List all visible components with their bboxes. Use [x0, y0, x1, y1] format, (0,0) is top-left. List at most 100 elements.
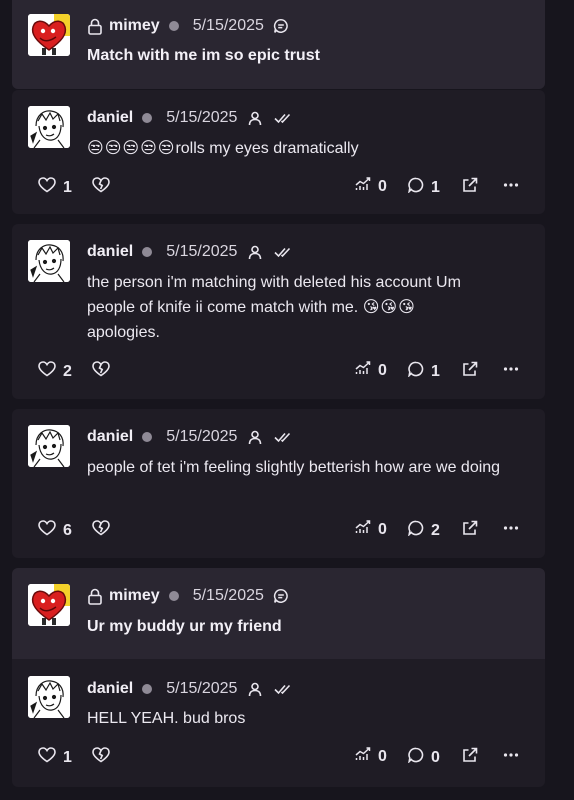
author-name[interactable]: mimey: [109, 587, 160, 605]
post-header: daniel 5/15/2025: [87, 426, 291, 448]
kissing-emoji: 😘: [398, 299, 415, 316]
post-text: people of tet i'm feeling slightly bette…: [87, 459, 501, 476]
double-check-icon: [274, 431, 291, 443]
post-text-body: rolls my eyes dramatically: [175, 140, 359, 157]
author-name[interactable]: daniel: [87, 243, 133, 261]
like-button[interactable]: 1: [38, 177, 72, 198]
quoted-post-mimey-1[interactable]: mimey 5/15/2025 Match with me im so epic…: [12, 0, 545, 89]
post-header: mimey 5/15/2025: [87, 585, 289, 607]
broken-heart-icon: [92, 520, 110, 541]
reply-count: 1: [431, 362, 440, 380]
unamused-emoji: 😒: [122, 140, 140, 157]
more-icon: [503, 520, 519, 541]
post-daniel-3[interactable]: daniel 5/15/2025 people of tet i'm feeli…: [12, 409, 545, 558]
avatar-mimey[interactable]: [28, 14, 70, 56]
reply-button[interactable]: 2: [407, 520, 440, 541]
share-button[interactable]: [462, 177, 478, 198]
lock-icon: [87, 18, 103, 35]
views-chart-icon: [355, 361, 371, 380]
scrollbar-track[interactable]: [566, 0, 574, 800]
views-chart-icon: [355, 520, 371, 539]
post-date: 5/15/2025: [192, 587, 264, 604]
reply-button[interactable]: 0: [407, 747, 440, 768]
post-text-body: people of knife ii come match with me.: [87, 299, 359, 316]
like-count: 1: [63, 748, 72, 766]
reply-count: 0: [431, 748, 440, 766]
post-actions: 2 0 1: [12, 359, 545, 381]
share-button[interactable]: [462, 747, 478, 768]
status-dot: [142, 113, 153, 123]
more-options-button[interactable]: [503, 177, 519, 198]
views-stat[interactable]: 0: [355, 520, 387, 539]
author-name[interactable]: daniel: [87, 680, 133, 698]
more-options-button[interactable]: [503, 747, 519, 768]
like-button[interactable]: 2: [38, 361, 72, 382]
author-name[interactable]: daniel: [87, 428, 133, 446]
broken-heart-icon: [92, 177, 110, 198]
views-stat[interactable]: 0: [355, 177, 387, 196]
double-check-icon: [274, 246, 291, 258]
person-icon: [248, 682, 262, 697]
dislike-button[interactable]: [92, 747, 110, 768]
comment-icon: [407, 177, 424, 198]
post-date: 5/15/2025: [166, 428, 238, 445]
unamused-emoji: 😒: [140, 140, 157, 157]
post-daniel-2[interactable]: daniel 5/15/2025 the person i'm matching…: [12, 224, 545, 399]
post-actions: 1 0 0: [12, 745, 545, 767]
more-icon: [503, 361, 519, 382]
post-date: 5/15/2025: [166, 243, 238, 260]
double-check-icon: [274, 683, 291, 695]
post-text-line: apologies.: [87, 324, 160, 341]
share-icon: [462, 520, 478, 541]
broken-heart-icon: [92, 747, 110, 768]
unamused-emoji: 😒: [87, 140, 104, 157]
dislike-button[interactable]: [92, 361, 110, 382]
avatar-daniel[interactable]: [28, 676, 70, 718]
unamused-emoji: 😒: [157, 140, 175, 157]
heart-icon: [38, 361, 56, 382]
views-count: 0: [378, 361, 387, 379]
dislike-button[interactable]: [92, 177, 110, 198]
dislike-button[interactable]: [92, 520, 110, 541]
views-count: 0: [378, 747, 387, 765]
status-dot: [142, 247, 153, 257]
avatar-daniel[interactable]: [28, 106, 70, 148]
post-text: Match with me im so epic trust: [87, 47, 320, 64]
avatar-daniel[interactable]: [28, 425, 70, 467]
status-dot: [142, 684, 153, 694]
post-header: daniel 5/15/2025: [87, 678, 291, 700]
author-name[interactable]: mimey: [109, 17, 160, 35]
reply-button[interactable]: 1: [407, 177, 440, 198]
like-button[interactable]: 6: [38, 520, 72, 541]
more-options-button[interactable]: [503, 520, 519, 541]
like-button[interactable]: 1: [38, 747, 72, 768]
post-date: 5/15/2025: [192, 17, 264, 34]
post-header: mimey 5/15/2025: [87, 15, 289, 37]
heart-icon: [38, 747, 56, 768]
quoted-post-mimey-2[interactable]: mimey 5/15/2025 Ur my buddy ur my friend: [12, 568, 545, 659]
post-daniel-4[interactable]: daniel 5/15/2025 HELL YEAH. bud bros 1 0…: [12, 659, 545, 787]
post-daniel-1[interactable]: daniel 5/15/2025 😒😒😒😒😒rolls my eyes dram…: [12, 90, 545, 214]
person-icon: [248, 245, 262, 260]
person-icon: [248, 111, 262, 126]
person-icon: [248, 430, 262, 445]
emoji-group: 😒😒😒😒😒: [87, 140, 175, 157]
views-count: 0: [378, 177, 387, 195]
more-options-button[interactable]: [503, 361, 519, 382]
avatar-daniel[interactable]: [28, 240, 70, 282]
reply-button[interactable]: 1: [407, 361, 440, 382]
comment-icon: [407, 520, 424, 541]
post-date: 5/15/2025: [166, 680, 238, 697]
heart-icon: [38, 520, 56, 541]
heart-icon: [38, 177, 56, 198]
share-icon: [462, 361, 478, 382]
views-stat[interactable]: 0: [355, 361, 387, 380]
share-button[interactable]: [462, 361, 478, 382]
views-stat[interactable]: 0: [355, 747, 387, 766]
more-icon: [503, 747, 519, 768]
avatar-mimey[interactable]: [28, 584, 70, 626]
feed: mimey 5/15/2025 Match with me im so epic…: [0, 0, 574, 800]
share-button[interactable]: [462, 520, 478, 541]
post-header: daniel 5/15/2025: [87, 241, 291, 263]
author-name[interactable]: daniel: [87, 109, 133, 127]
